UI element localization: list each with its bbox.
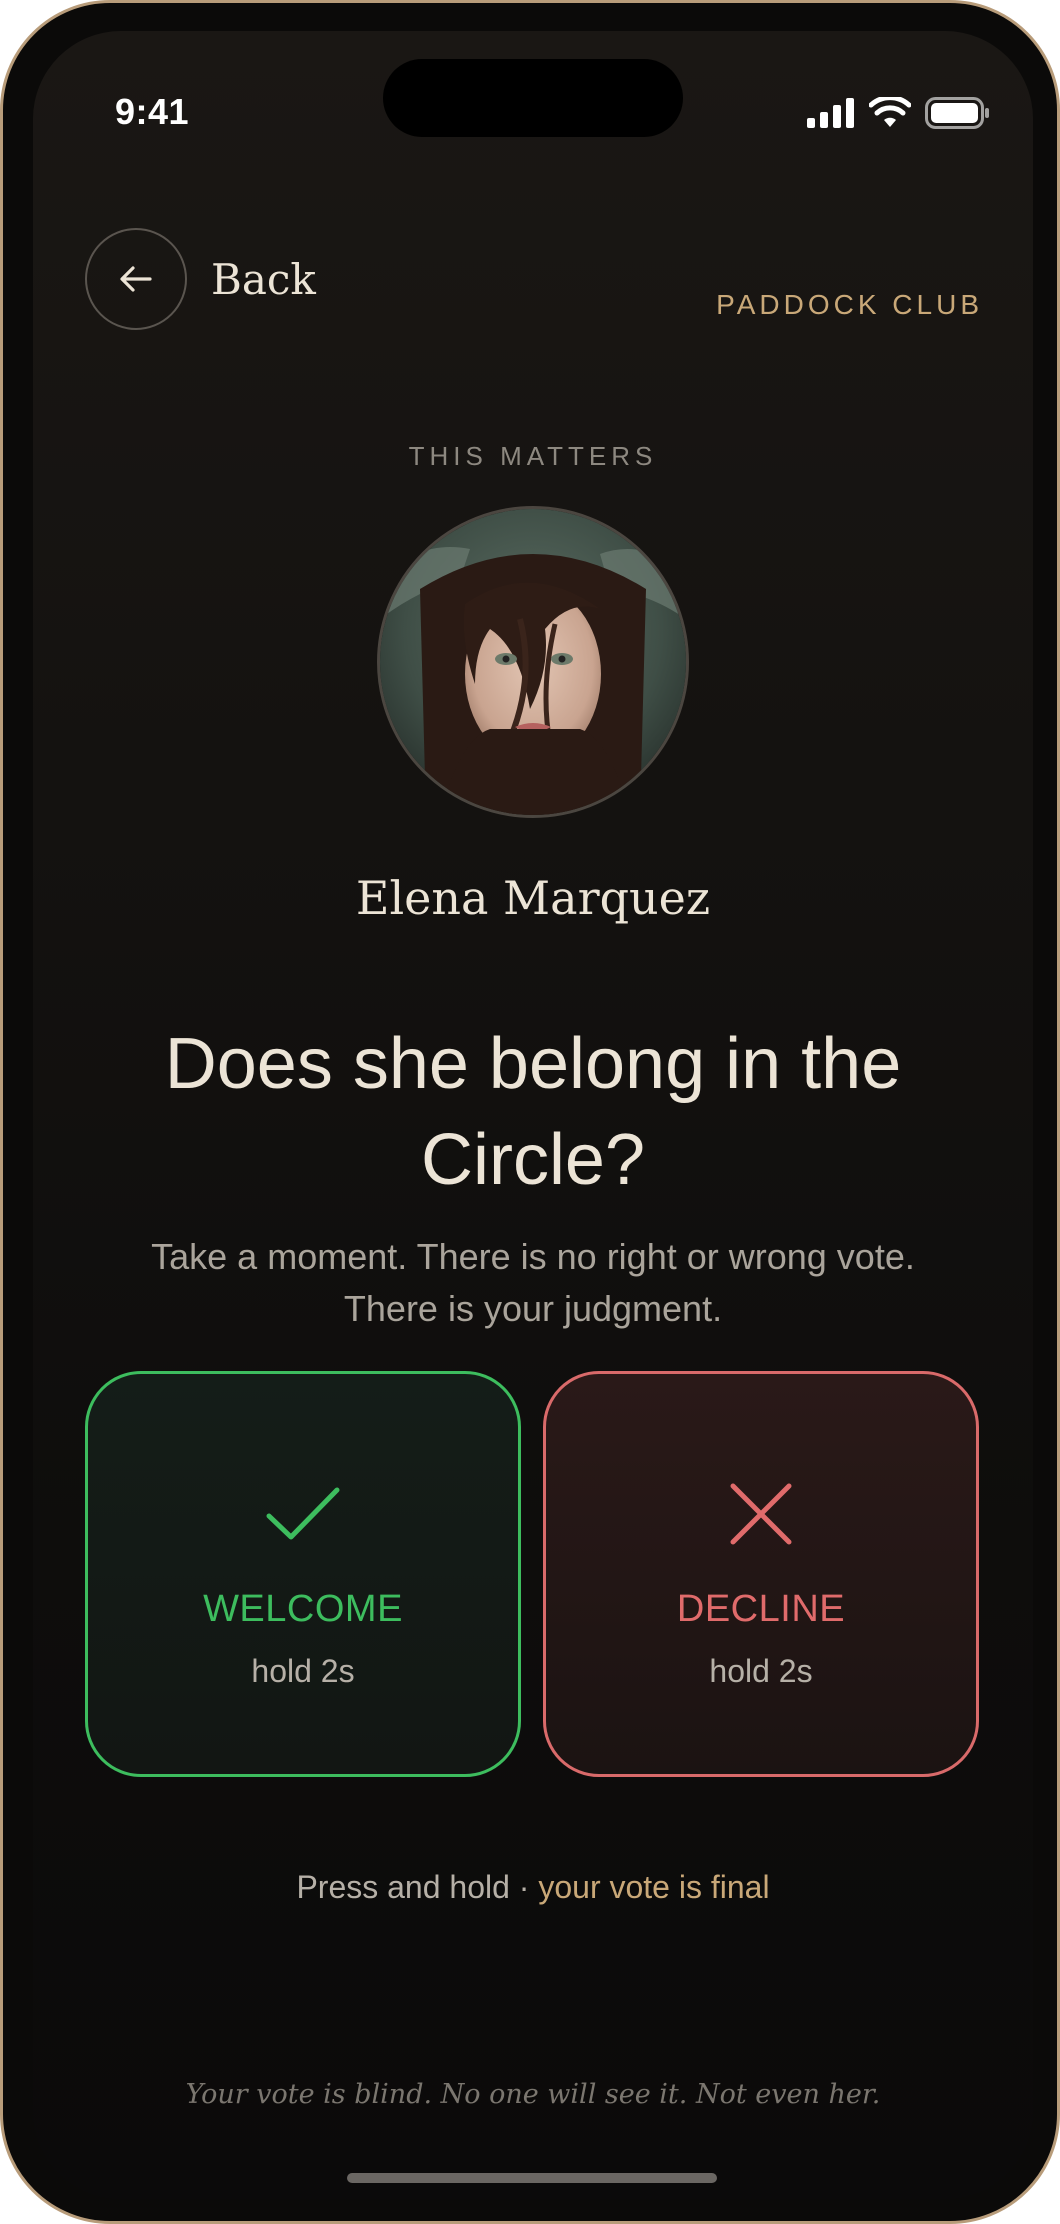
avatar-portrait: [380, 509, 686, 815]
eyebrow-label: THIS MATTERS: [408, 441, 658, 471]
decline-hint: hold 2s: [709, 1653, 813, 1689]
press-hint-text: Press and hold ·: [296, 1869, 539, 1905]
subtitle-line-1: Take a moment. There is no right or wron…: [151, 1236, 915, 1277]
battery-icon: [925, 97, 989, 129]
welcome-vote-button[interactable]: WELCOME hold 2s: [85, 1371, 521, 1777]
press-hint-accent: your vote is final: [538, 1869, 770, 1905]
decline-vote-button[interactable]: DECLINE hold 2s: [543, 1371, 979, 1777]
back-circle[interactable]: [85, 228, 187, 330]
decline-label: DECLINE: [676, 1588, 846, 1630]
status-time: 9:41: [115, 91, 190, 132]
vote-question: Does she belong in the Circle?: [164, 1024, 902, 1200]
welcome-label: WELCOME: [203, 1588, 403, 1630]
home-indicator[interactable]: [347, 2173, 717, 2183]
app-screen: 9:41 Back PADDOCK CLUB THIS MATTERS Elen…: [33, 31, 1033, 2199]
avatar: [377, 506, 689, 818]
signal-icon: [807, 98, 854, 128]
wifi-icon: [869, 97, 911, 127]
press-hold-hint: Press and hold · your vote is final: [33, 1869, 1033, 1906]
check-icon: [266, 1487, 340, 1540]
x-icon: [730, 1483, 792, 1545]
member-name: Elena Marquez: [355, 871, 711, 925]
back-button[interactable]: Back: [85, 228, 316, 330]
back-label[interactable]: Back: [211, 255, 316, 304]
arrow-left-icon: [120, 266, 152, 292]
status-icons: [807, 97, 991, 129]
vote-subtitle: Take a moment. There is no right or wron…: [93, 1231, 973, 1335]
welcome-hint: hold 2s: [251, 1653, 355, 1689]
phone-frame: 9:41 Back PADDOCK CLUB THIS MATTERS Elen…: [0, 0, 1060, 2224]
subtitle-line-2: There is your judgment.: [343, 1288, 723, 1329]
blind-vote-note: Your vote is blind. No one will see it. …: [185, 2079, 881, 2110]
dynamic-island: [383, 59, 683, 137]
brand-label: PADDOCK CLUB: [716, 289, 983, 320]
